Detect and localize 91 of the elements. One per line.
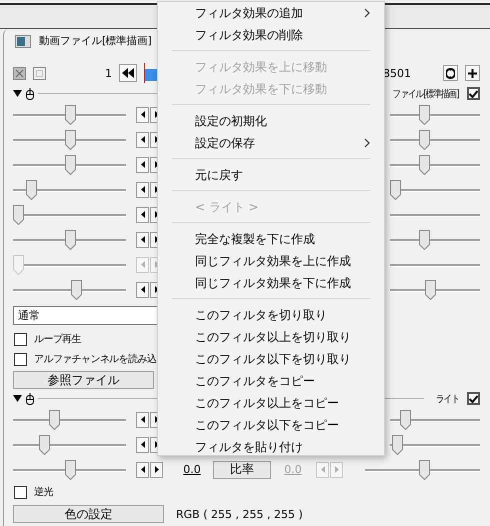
slider-thumb[interactable] [419,230,430,250]
right-arrow-icon [154,466,158,473]
left-arrow-icon [140,466,144,473]
slider-thumb[interactable] [49,410,60,430]
menu-item[interactable]: フィルタを貼り付け [158,436,384,455]
add-button[interactable] [465,65,480,81]
slider-thumb[interactable] [400,410,411,430]
decrement-button[interactable] [136,232,149,248]
menu-item[interactable]: このフィルタを切り取り [158,304,384,326]
slider-thumb[interactable] [419,154,430,174]
left-arrow-icon [140,136,144,143]
menu-item[interactable]: フィルタ効果の追加 [158,2,384,24]
check-icon [469,394,478,402]
menu-item[interactable]: 完全な複製を下に作成 [158,228,384,250]
section-label: ファイル[標準描画] [392,88,459,100]
mouse-icon [26,392,34,404]
decrement-button[interactable] [136,412,149,428]
left-arrow-icon [140,161,144,168]
checkbox[interactable] [467,392,480,405]
window-icon [15,34,31,48]
slider-thumb[interactable] [425,280,436,300]
menu-item[interactable]: 同じフィルタ効果を上に作成 [158,250,384,272]
refresh-icon [446,68,455,78]
window-title: 動画ファイル[標準描画] [39,34,152,48]
increment-button[interactable] [150,462,163,478]
menu-item[interactable]: このフィルタ以上をコピー [158,392,384,414]
checkbox-label: ループ再生 [34,332,82,346]
menu-item[interactable]: このフィルタをコピー [158,370,384,392]
decrement-button[interactable] [136,436,149,452]
frame-icon [33,66,46,80]
left-arrow-icon [140,186,144,193]
slider-thumb[interactable] [419,104,430,124]
slider-thumb[interactable] [65,104,76,124]
check-icon [469,90,478,98]
left-arrow-icon [140,286,144,293]
slider-thumb[interactable] [392,434,403,454]
left-arrow-icon [140,441,144,448]
slider-thumb[interactable] [71,280,82,300]
left-arrow-icon [140,111,144,118]
collapse-triangle-icon [13,90,22,97]
mouse-icon [26,88,34,100]
refresh-button[interactable] [443,65,458,81]
slider-thumb[interactable] [39,434,50,454]
slider-thumb[interactable] [65,130,76,150]
decrement-button[interactable] [136,462,149,478]
left-arrow-icon [140,261,144,268]
decrement-button[interactable] [136,206,149,222]
menu-item[interactable]: 同じフィルタ効果を下に作成 [158,272,384,294]
decrement-button[interactable] [136,156,149,172]
left-arrow-icon [140,236,144,243]
menu-item[interactable]: このフィルタ以上を切り取り [158,326,384,348]
reference-file-button[interactable]: 参照ファイル [13,371,154,389]
section-label: ライト [436,392,459,406]
menu-item[interactable]: 元に戻す [158,164,384,186]
left-arrow-icon [320,466,324,473]
plus-icon [468,68,477,78]
menu-item[interactable]: このフィルタ以下をコピー [158,414,384,436]
slider-thumb[interactable] [65,154,76,174]
color-settings-button[interactable]: 色の設定 [13,505,164,523]
decrement-button[interactable] [136,106,149,122]
decrement-button[interactable] [136,132,149,148]
slider-thumb[interactable] [65,460,76,480]
checkbox[interactable] [14,486,27,498]
checkbox-label: 逆光 [34,486,53,499]
value-text[interactable]: 0.0 [176,463,208,476]
checkbox[interactable] [14,352,27,366]
decrement-button[interactable] [136,182,149,198]
right-arrow-icon [334,466,338,473]
slider-thumb[interactable] [419,460,430,480]
slider-thumb[interactable] [419,130,430,150]
checkbox[interactable] [467,87,480,100]
slider-thumb[interactable] [65,230,76,250]
rewind-icon [122,68,134,78]
checkbox-label: アルファチャンネルを読み込 [34,352,156,366]
slider-thumb[interactable] [390,180,401,200]
decrement-button[interactable] [136,282,149,298]
slider-thumb[interactable] [13,204,24,224]
menu-item[interactable]: 設定の初期化 [158,110,384,132]
left-arrow-icon [140,416,144,423]
menu-item[interactable]: 設定の保存 [158,132,384,154]
ratio-button[interactable]: 比率 [213,460,271,478]
slider-thumb[interactable] [26,180,37,200]
collapse-triangle-icon [13,395,22,402]
menu-item[interactable]: フィルタ効果の削除 [158,24,384,46]
left-arrow-icon [140,211,144,218]
start-frame: 1 [105,66,112,80]
checkbox[interactable] [14,332,27,346]
blend-mode-dropdown[interactable]: 通常 [13,306,159,325]
rewind-button[interactable] [119,64,137,82]
menu-item[interactable]: このフィルタ以下を切り取り [158,348,384,370]
color-value: RGB ( 255 , 255 , 255 ) [176,508,303,520]
